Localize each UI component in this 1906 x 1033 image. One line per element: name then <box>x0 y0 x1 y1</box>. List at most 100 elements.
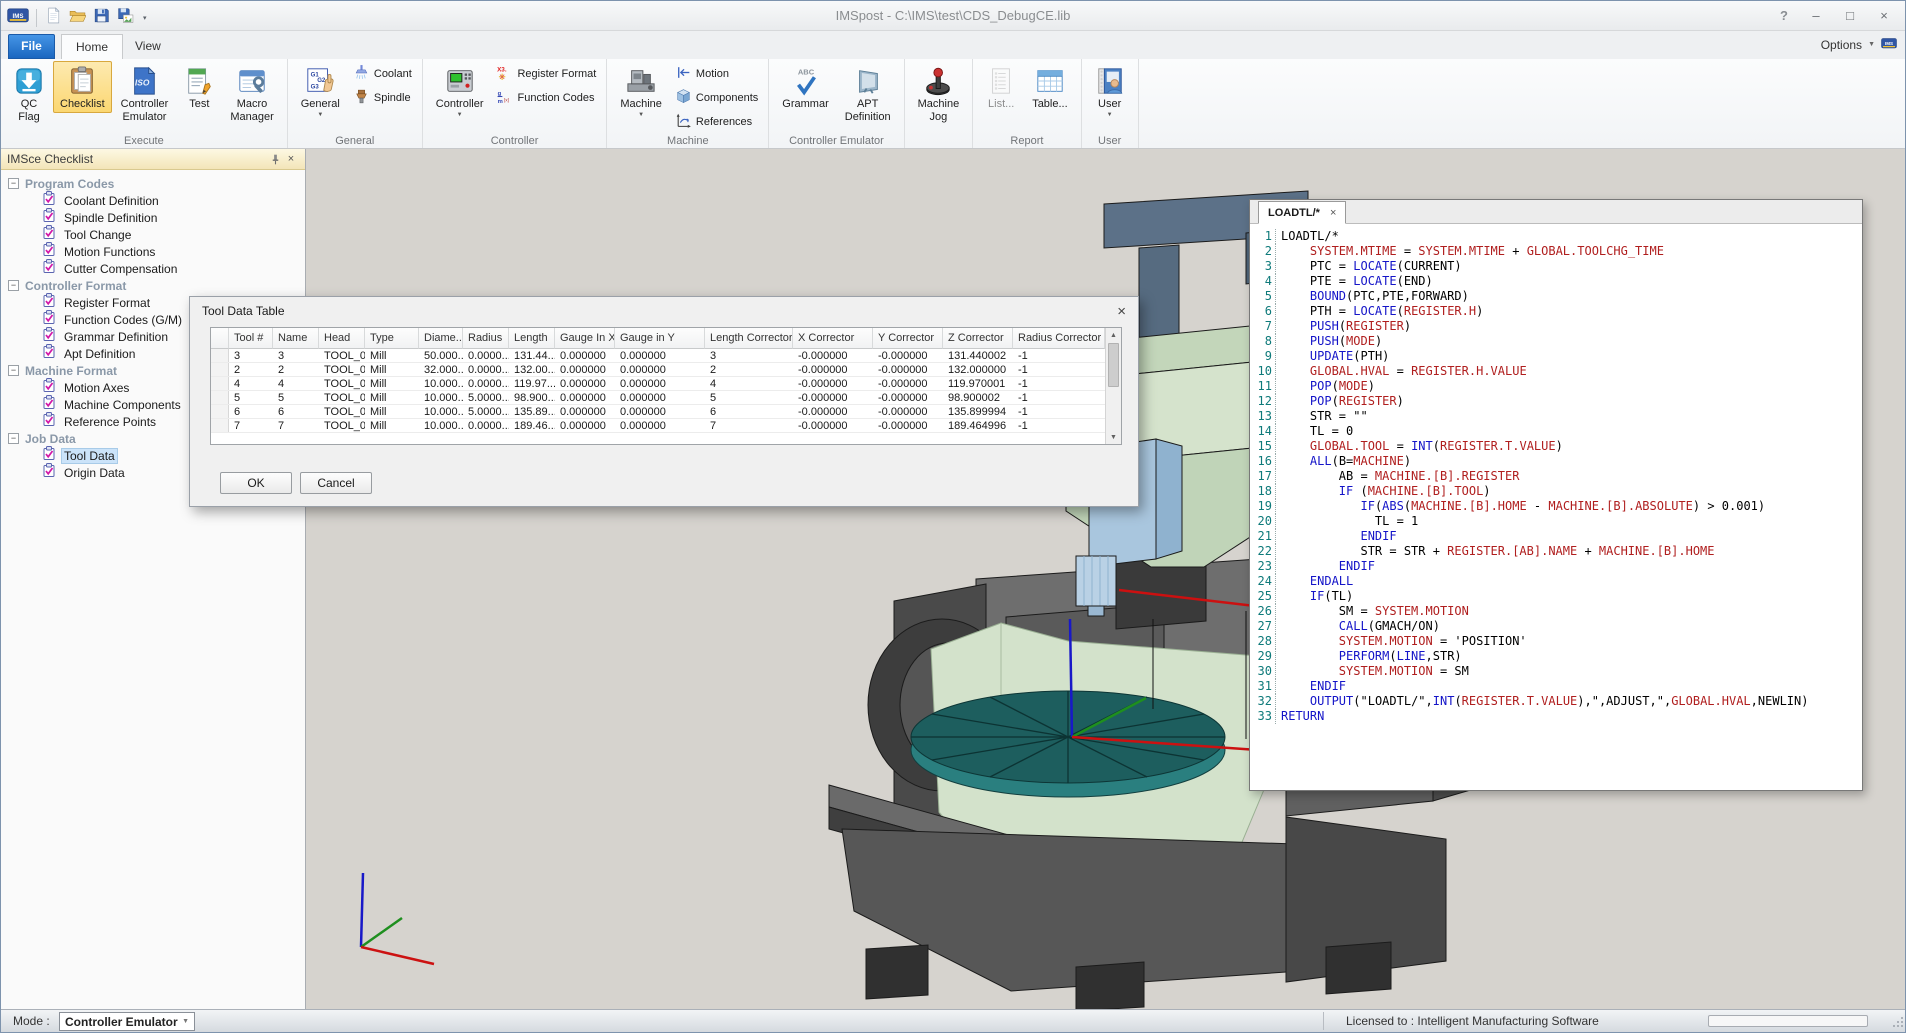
code-line: 1LOADTL/* <box>1255 229 1860 244</box>
tab-view[interactable]: View <box>121 34 175 59</box>
collapse-toggle-icon[interactable]: − <box>8 433 19 444</box>
checklist-section-controller-format[interactable]: −Controller Format <box>5 277 305 294</box>
apt-definition-button[interactable]: APTDefinition <box>838 61 898 126</box>
tab-file[interactable]: File <box>8 34 55 59</box>
column-header-length[interactable]: Length <box>509 328 555 349</box>
column-header-length-corrector[interactable]: Length Corrector <box>705 328 793 349</box>
components-icon <box>675 88 692 108</box>
table-row[interactable]: 44TOOL_0Mill10.000...0.0000...119.97...0… <box>211 377 1121 391</box>
table-button[interactable]: Table... <box>1025 61 1074 113</box>
code-line: 14 TL = 0 <box>1255 424 1860 439</box>
editor-tab-loadtl[interactable]: LOADTL/* × <box>1258 201 1346 224</box>
coolant-button[interactable]: Coolant <box>349 63 416 85</box>
collapse-toggle-icon[interactable]: − <box>8 365 19 376</box>
resize-grip[interactable] <box>1892 1016 1904 1031</box>
references-button[interactable]: References <box>671 111 762 133</box>
column-header-gauge-in-y[interactable]: Gauge in Y <box>615 328 705 349</box>
minimize-icon[interactable]: – <box>1799 3 1833 27</box>
register-format-button[interactable]: X3.Register Format <box>492 63 600 85</box>
options-button[interactable]: Options <box>1821 38 1862 52</box>
column-header-z-corrector[interactable]: Z Corrector <box>943 328 1013 349</box>
row-selector[interactable] <box>211 349 229 362</box>
table-row[interactable]: 77TOOL_0Mill10.000...0.0000...189.46...0… <box>211 419 1121 433</box>
controller-emulator-button[interactable]: ISOControllerEmulator <box>114 61 176 126</box>
checklist-item-cutter-compensation[interactable]: Cutter Compensation <box>5 260 305 277</box>
components-button[interactable]: Components <box>671 87 762 109</box>
checklist-item-coolant-definition[interactable]: Coolant Definition <box>5 192 305 209</box>
motion-button[interactable]: Motion <box>671 63 762 85</box>
column-header-tool[interactable]: Tool # <box>229 328 273 349</box>
table-row[interactable]: 55TOOL_0Mill10.000...5.0000...98.900...0… <box>211 391 1121 405</box>
row-selector[interactable] <box>211 377 229 390</box>
machine-jog-button[interactable]: MachineJog <box>911 61 967 126</box>
line-number: 28 <box>1255 634 1276 649</box>
dialog-title: Tool Data Table <box>202 304 285 318</box>
row-selector[interactable] <box>211 391 229 404</box>
column-header-gauge-in-x[interactable]: Gauge In X <box>555 328 615 349</box>
ok-button[interactable]: OK <box>220 472 292 494</box>
column-header-radius[interactable]: Radius <box>463 328 509 349</box>
checklist-item-tool-change[interactable]: Tool Change <box>5 226 305 243</box>
function-codes-button[interactable]: gm[x]Function Codes <box>492 87 600 109</box>
column-header-y-corrector[interactable]: Y Corrector <box>873 328 943 349</box>
line-number: 22 <box>1255 544 1276 559</box>
svg-text:G3: G3 <box>311 84 320 91</box>
code-line: 26 SM = SYSTEM.MOTION <box>1255 604 1860 619</box>
column-header-diame[interactable]: Diame... <box>419 328 463 349</box>
close-panel-icon[interactable]: × <box>283 151 299 167</box>
dialog-title-bar[interactable]: Tool Data Table × <box>190 297 1138 325</box>
test-button[interactable]: Test <box>177 61 221 113</box>
macro-code-area[interactable]: 1LOADTL/*2 SYSTEM.MTIME = SYSTEM.MTIME +… <box>1250 224 1862 724</box>
scrollbar-thumb[interactable] <box>1108 343 1119 387</box>
row-selector[interactable] <box>211 363 229 376</box>
column-header-radius-corrector[interactable]: Radius Corrector <box>1013 328 1105 349</box>
checklist-section-program-codes[interactable]: −Program Codes <box>5 175 305 192</box>
macro-manager-button[interactable]: MacroManager <box>223 61 280 126</box>
checklist-item-spindle-definition[interactable]: Spindle Definition <box>5 209 305 226</box>
ims-logo-icon: IMS <box>1881 35 1897 54</box>
table-scrollbar[interactable]: ▲ ▼ <box>1105 328 1121 444</box>
row-selector[interactable] <box>211 405 229 418</box>
scroll-down-icon[interactable]: ▼ <box>1106 430 1121 444</box>
mode-combobox[interactable]: Controller Emulator ▼ <box>59 1012 195 1031</box>
help-icon[interactable]: ? <box>1769 3 1799 27</box>
column-header-x-corrector[interactable]: X Corrector <box>793 328 873 349</box>
line-number: 17 <box>1255 469 1276 484</box>
checklist-item-motion-functions[interactable]: Motion Functions <box>5 243 305 260</box>
checklist-button[interactable]: Checklist <box>53 61 112 113</box>
dialog-close-icon[interactable]: × <box>1117 304 1126 319</box>
controller-button[interactable]: Controller▼ <box>429 61 491 120</box>
line-number: 10 <box>1255 364 1276 379</box>
collapse-toggle-icon[interactable]: − <box>8 178 19 189</box>
table-row[interactable]: 66TOOL_0Mill10.000...5.0000...135.89...0… <box>211 405 1121 419</box>
machine-button[interactable]: Machine▼ <box>613 61 669 120</box>
cancel-button[interactable]: Cancel <box>300 472 372 494</box>
chevron-down-icon: ▼ <box>638 112 644 118</box>
column-header-type[interactable]: Type <box>365 328 419 349</box>
axis-triad <box>361 873 434 964</box>
column-header-name[interactable]: Name <box>273 328 319 349</box>
collapse-toggle-icon[interactable]: − <box>8 280 19 291</box>
qc-flag-button[interactable]: QCFlag <box>7 61 51 126</box>
table-row[interactable]: 33TOOL_0Mill50.000...0.0000...131.44...0… <box>211 349 1121 363</box>
user-button[interactable]: User▼ <box>1088 61 1132 120</box>
ribbon-group-label: User <box>1082 135 1138 147</box>
grammar-button[interactable]: ABCGrammar <box>775 61 835 113</box>
spindle-button[interactable]: Spindle <box>349 87 416 109</box>
code-line: 10 GLOBAL.HVAL = REGISTER.H.VALUE <box>1255 364 1860 379</box>
close-tab-icon[interactable]: × <box>1330 207 1336 219</box>
code-line: 17 AB = MACHINE.[B].REGISTER <box>1255 469 1860 484</box>
code-line: 29 PERFORM(LINE,STR) <box>1255 649 1860 664</box>
table-row[interactable]: 22TOOL_0Mill32.000...0.0000...132.00...0… <box>211 363 1121 377</box>
pin-icon[interactable] <box>267 151 283 167</box>
general-button[interactable]: G1G2G3General▼ <box>294 61 347 120</box>
user-icon <box>1095 65 1125 97</box>
row-selector[interactable] <box>211 419 229 432</box>
tab-home[interactable]: Home <box>61 34 123 59</box>
window-controls: ? – □ × <box>1769 1 1901 29</box>
chevron-down-icon: ▼ <box>182 1018 189 1025</box>
maximize-icon[interactable]: □ <box>1833 3 1867 27</box>
column-header-head[interactable]: Head <box>319 328 365 349</box>
close-icon[interactable]: × <box>1867 3 1901 27</box>
scroll-up-icon[interactable]: ▲ <box>1106 328 1121 342</box>
